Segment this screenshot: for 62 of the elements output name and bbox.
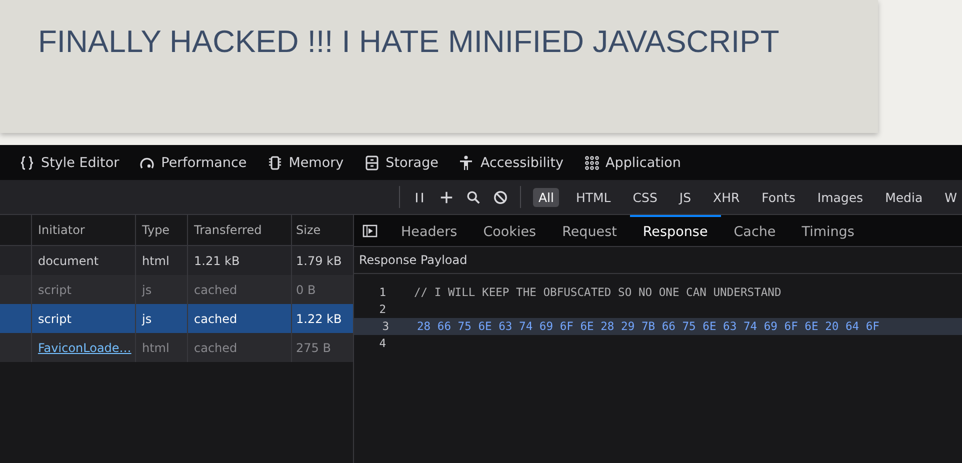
column-header[interactable]: Size xyxy=(292,215,353,245)
chip-icon xyxy=(266,154,283,170)
devtools-tab[interactable]: Performance xyxy=(139,154,247,170)
grid-icon xyxy=(584,154,600,170)
devtools-tab[interactable]: Style Editor xyxy=(19,154,120,170)
request-row[interactable]: script js cached 1.22 kB xyxy=(0,304,353,333)
code-line: // I WILL KEEP THE OBFUSCATED SO NO ONE CAN UNDERSTAND xyxy=(414,286,782,299)
table-cell-text: 1.79 kB xyxy=(295,252,343,270)
line-number: 2 xyxy=(378,303,386,316)
filter-button[interactable]: W xyxy=(940,188,962,206)
filter-button[interactable]: All xyxy=(533,188,559,206)
details-tab[interactable]: Request xyxy=(549,215,630,246)
tab-label: Accessibility xyxy=(480,154,564,170)
filter-button[interactable]: JS xyxy=(674,188,696,206)
table-cell: cached xyxy=(188,333,292,362)
column-header[interactable]: Type xyxy=(136,215,188,245)
filter-button[interactable]: Images xyxy=(812,188,868,206)
section-title: Response Payload xyxy=(354,247,962,274)
table-cell: html xyxy=(136,333,188,362)
table-cell: script xyxy=(38,282,72,296)
table-cell-text: 1.22 kB xyxy=(295,310,343,328)
tab-label: Performance xyxy=(161,154,247,170)
filter-button[interactable]: Media xyxy=(880,188,928,206)
tab-label: Application xyxy=(606,154,681,170)
tab-label: Storage xyxy=(386,154,438,170)
devtools-tab[interactable]: Accessibility xyxy=(458,154,564,170)
table-cell-text: 275 B xyxy=(295,340,332,356)
filter-button[interactable]: HTML xyxy=(570,188,616,206)
initiator-link[interactable]: FaviconLoade… xyxy=(38,340,132,354)
details-tab[interactable]: Response xyxy=(630,215,721,246)
plus-icon[interactable] xyxy=(439,190,454,204)
braces-icon xyxy=(19,154,35,170)
details-tab[interactable]: Cache xyxy=(720,215,789,246)
devtools-tab[interactable]: Storage xyxy=(364,154,438,170)
details-tab[interactable]: Headers xyxy=(388,215,470,246)
filter-button[interactable]: Fonts xyxy=(756,188,800,206)
details-tab[interactable]: Timings xyxy=(788,215,868,246)
tab-label: Style Editor xyxy=(41,154,120,170)
line-number: 1 xyxy=(378,286,386,299)
devtools-tab[interactable]: Memory xyxy=(266,154,344,170)
filter-button[interactable]: CSS xyxy=(628,188,662,206)
filter-button[interactable]: XHR xyxy=(708,188,745,206)
person-icon xyxy=(458,154,474,170)
block-icon[interactable] xyxy=(493,190,508,204)
tab-label: Memory xyxy=(288,154,344,170)
details-tab[interactable]: Cookies xyxy=(470,215,550,246)
column-header[interactable]: Initiator xyxy=(32,215,136,245)
table-cell: script xyxy=(38,312,72,326)
request-row[interactable]: script js cached 0 B xyxy=(0,275,353,304)
request-row[interactable]: document html 1.21 kB 1.79 kB xyxy=(0,246,353,275)
line-number: 3 xyxy=(381,320,389,333)
sidebar-toggle-icon[interactable] xyxy=(362,222,378,238)
cabinet-icon xyxy=(364,154,380,170)
page-heading: FINALLY HACKED !!! I HATE MINIFIED JAVASCRIPT xyxy=(38,24,780,60)
request-row[interactable]: FaviconLoade… html cached 275 B xyxy=(0,333,353,362)
table-cell: document xyxy=(38,254,99,268)
search-icon[interactable] xyxy=(466,190,482,204)
table-cell-text: 0 B xyxy=(295,282,317,298)
code-line: 28 66 75 6E 63 74 69 6F 6E 28 29 7B 66 75 6E 63 74 69 6F 6E 20 64 6F xyxy=(417,320,880,333)
column-header[interactable]: Transferred xyxy=(188,215,292,245)
devtools-tab[interactable]: Application xyxy=(584,154,681,170)
line-number: 4 xyxy=(378,337,386,350)
